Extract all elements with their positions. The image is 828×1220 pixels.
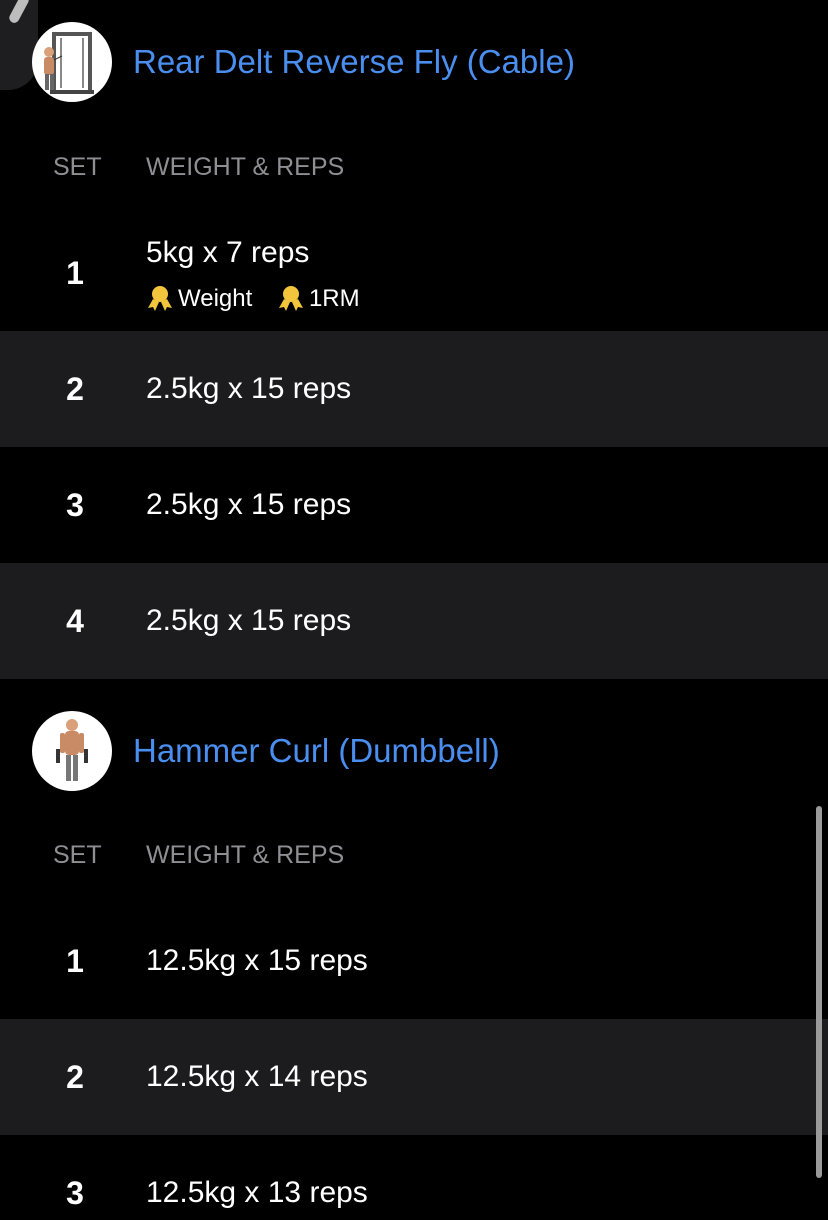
record-badge-1rm: 1RM: [277, 283, 360, 315]
set-row: 2 12.5kg x 14 reps: [0, 1019, 828, 1135]
set-weight-reps: 12.5kg x 13 reps: [146, 1176, 368, 1209]
set-weight-reps: 12.5kg x 14 reps: [146, 1060, 368, 1093]
set-row: 3 2.5kg x 15 reps: [0, 447, 828, 563]
exercise-header[interactable]: Rear Delt Reverse Fly (Cable): [0, 22, 828, 102]
cable-machine-exercise-thumbnail-icon[interactable]: [32, 22, 112, 102]
set-weight-reps: 12.5kg x 15 reps: [146, 944, 368, 977]
set-row: 4 2.5kg x 15 reps: [0, 563, 828, 679]
workout-detail-screen: Rear Delt Reverse Fly (Cable) SET WEIGHT…: [0, 0, 828, 1220]
set-row: 1 5kg x 7 reps Weight 1RM: [0, 215, 828, 331]
set-number: 2: [66, 1059, 84, 1095]
badge-label: 1RM: [308, 285, 360, 312]
set-number: 2: [66, 371, 84, 407]
weight-reps-column-label: WEIGHT & REPS: [146, 841, 345, 869]
record-badge-weight: Weight: [146, 283, 252, 315]
set-number: 3: [66, 1175, 84, 1211]
set-column-label: SET: [53, 153, 102, 181]
dumbbell-exercise-thumbnail-icon[interactable]: [32, 711, 112, 791]
medal-icon: [148, 286, 172, 311]
set-number: 3: [66, 487, 84, 523]
set-number: 4: [66, 603, 84, 639]
scrollbar[interactable]: [816, 806, 822, 1178]
column-header: SET WEIGHT & REPS: [0, 147, 828, 187]
badge-label: Weight: [178, 285, 253, 312]
exercise-title[interactable]: Hammer Curl (Dumbbell): [133, 731, 500, 771]
set-weight-reps: 2.5kg x 15 reps: [146, 488, 352, 521]
column-header: SET WEIGHT & REPS: [0, 835, 828, 875]
exercise-header[interactable]: Hammer Curl (Dumbbell): [0, 711, 828, 791]
record-badges: Weight 1RM: [146, 283, 378, 315]
weight-reps-column-label: WEIGHT & REPS: [146, 153, 345, 181]
set-row: 2 2.5kg x 15 reps: [0, 331, 828, 447]
set-number: 1: [66, 943, 84, 979]
set-weight-reps: 2.5kg x 15 reps: [146, 604, 352, 637]
set-row: 3 12.5kg x 13 reps: [0, 1135, 828, 1220]
set-number: 1: [66, 255, 84, 291]
set-weight-reps: 2.5kg x 15 reps: [146, 372, 352, 405]
set-row: 1 12.5kg x 15 reps: [0, 903, 828, 1019]
set-column-label: SET: [53, 841, 102, 869]
exercise-title[interactable]: Rear Delt Reverse Fly (Cable): [133, 42, 575, 82]
set-weight-reps: 5kg x 7 reps: [146, 236, 310, 269]
medal-icon: [278, 286, 303, 311]
